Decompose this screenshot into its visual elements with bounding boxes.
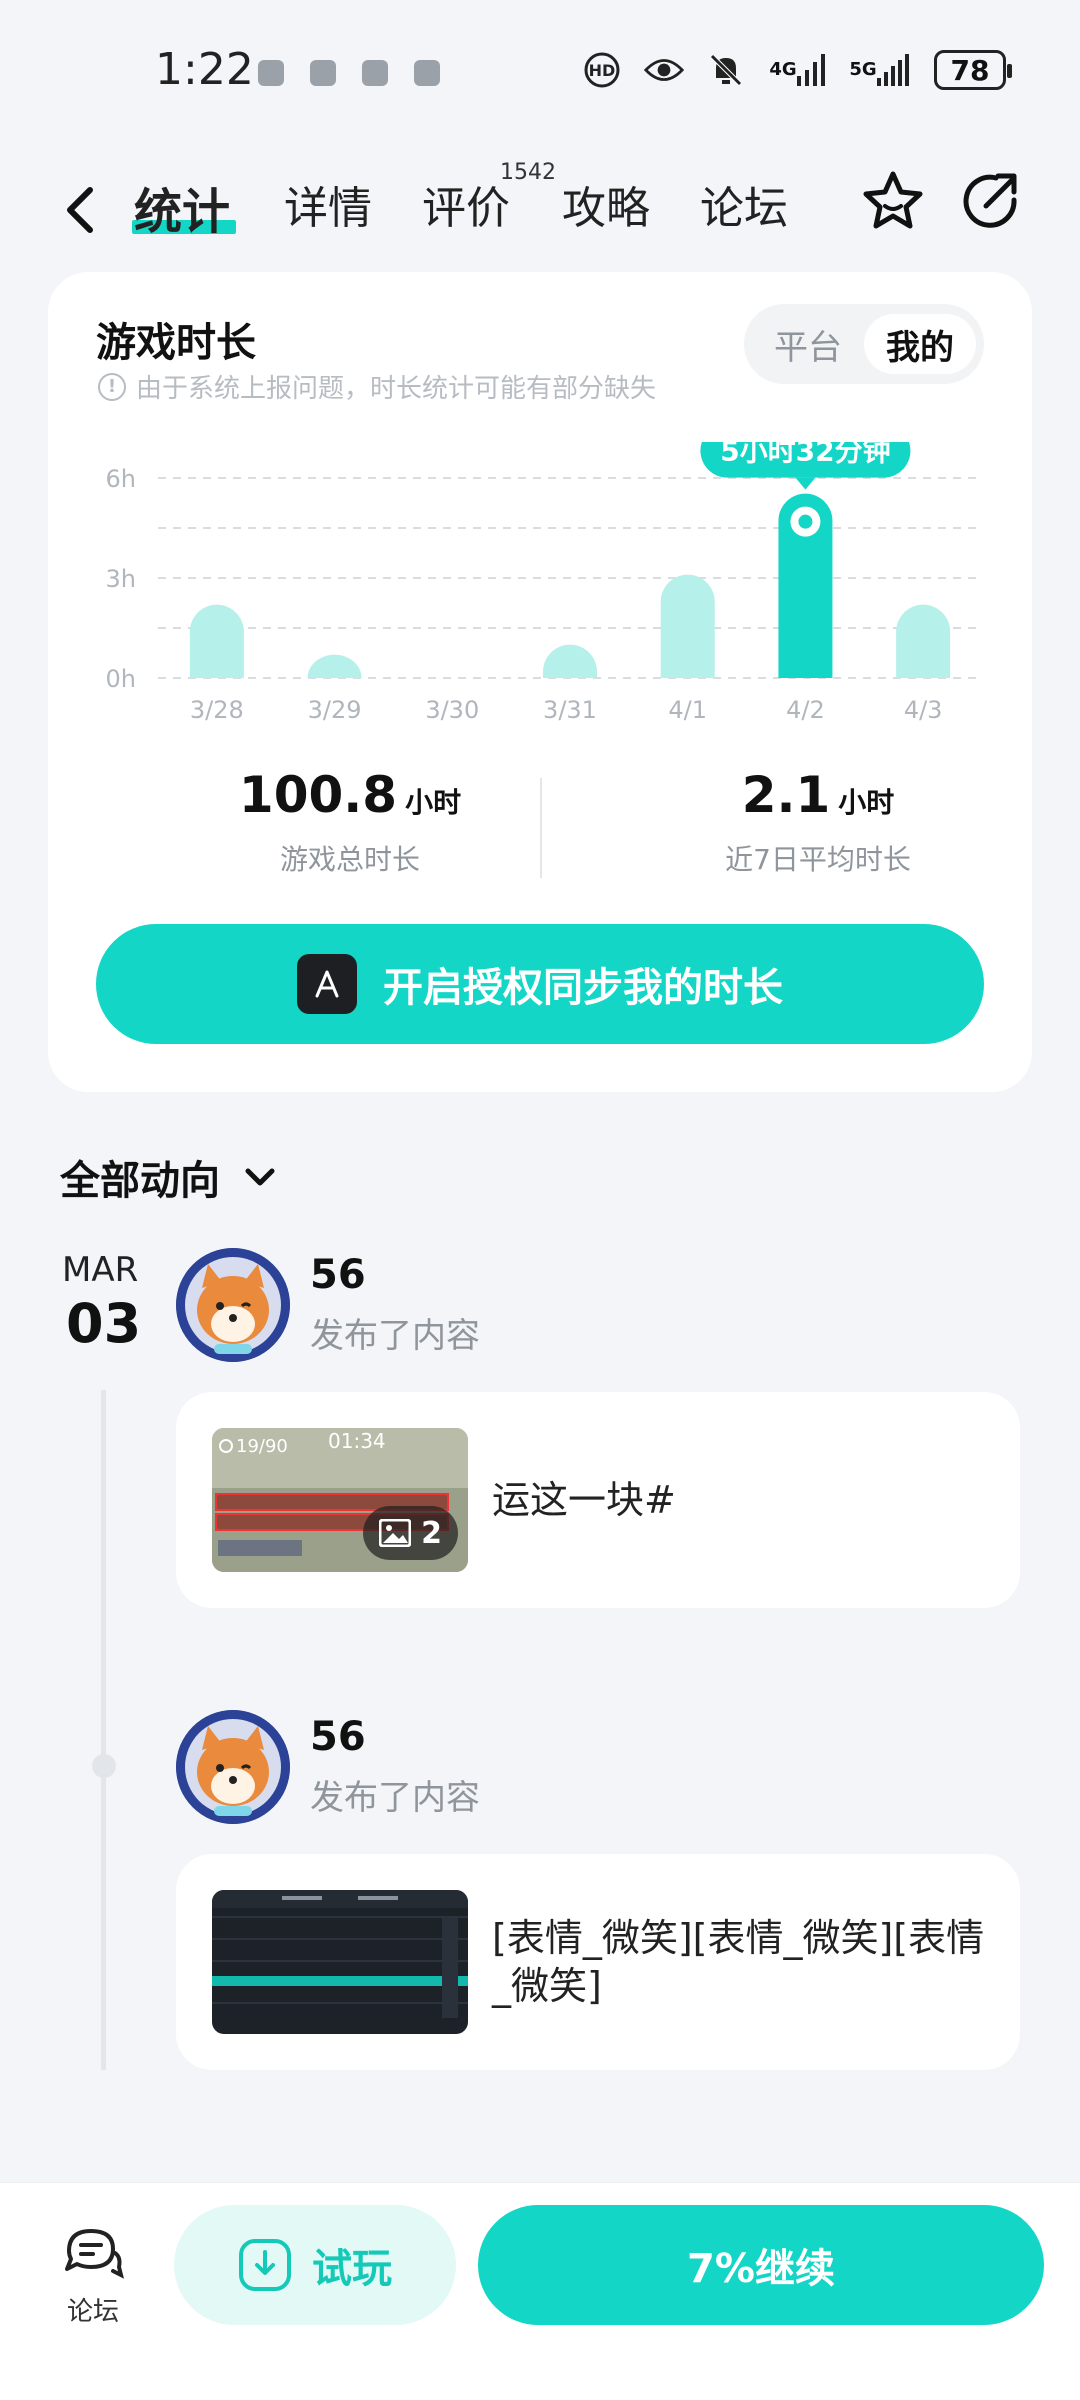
net-type-label: 4G [769,59,797,80]
post-thumbnail[interactable] [212,1890,468,2034]
x-tick-label: 3/30 [425,696,479,724]
image-count-badge: 2 [363,1506,458,1560]
image-icon [379,1519,412,1547]
post-text: 运这一块# [492,1478,676,1522]
post-card[interactable]: 19/90 01:34 2 运这一块# [176,1392,1020,1608]
y-tick-label: 0h [106,665,136,693]
sync-playtime-button[interactable]: 开启授权同步我的时长 [96,924,984,1044]
bottom-action-bar: 论坛 试玩 7%继续 [0,2182,1080,2400]
feed-header-label: 全部动向 [60,1158,220,1204]
post-action: 发布了内容 [310,1778,480,1818]
chart-bar [189,604,244,678]
source-toggle: 平台 我的 [744,304,984,384]
toggle-mine[interactable]: 我的 [864,314,976,374]
review-count-badge: 1542 [500,160,556,185]
y-tick-label: 3h [106,565,136,593]
trial-label: 试玩 [312,2246,392,2292]
avg-time-value: 2.1 [741,766,831,824]
tab-forum[interactable]: 论坛 [700,172,788,236]
notification-icon [414,60,440,86]
eye-icon [644,50,684,90]
chart-bar [896,604,951,678]
y-tick-label: 6h [106,465,136,493]
post-user-name[interactable]: 56 [310,1252,366,1298]
svg-text:HD: HD [589,61,616,80]
note-text: 由于系统上报问题，时长统计可能有部分缺失 [136,374,657,404]
bar-marker-dot [798,514,813,529]
thumb-score: 19/90 [236,1436,288,1457]
x-tick-label: 4/3 [904,696,943,724]
trial-play-button[interactable]: 试玩 [174,2205,456,2325]
mute-bell-icon [706,50,746,90]
forum-label: 论坛 [66,2297,119,2327]
notification-icon [310,60,336,86]
tooltip-pointer [795,477,816,490]
sync-button-label: 开启授权同步我的时长 [383,965,783,1011]
status-time: 1:22 [155,44,254,95]
feed-filter-dropdown[interactable]: 全部动向 [60,1148,280,1206]
chart-bar [660,574,715,678]
card-note: ! 由于系统上报问题，时长统计可能有部分缺失 [98,368,656,405]
x-tick-label: 4/2 [786,696,825,724]
x-tick-label: 4/1 [668,696,707,724]
avg-time-unit: 小时 [838,786,895,819]
battery-icon: 78 [934,50,1012,90]
signal-4g-icon: 4G [768,50,826,90]
date-month: MAR [62,1250,139,1290]
tab-details[interactable]: 详情 [284,172,372,236]
date-day: 03 [66,1292,142,1355]
tab-reviews[interactable]: 评价 [422,172,510,236]
hd-call-icon: HD [582,50,622,90]
forum-shortcut[interactable]: 论坛 [56,2223,130,2328]
continue-label: 7%继续 [687,2246,835,2292]
status-bar: 1:22 HD 4G 5G 78 [0,0,1080,140]
playtime-chart: 0h 3h 6h 3/28 3/29 3/30 3/31 4/1 5小时32分钟 4/2 4/3 [106,442,982,724]
post-card[interactable]: [表情_微笑][表情_微笑][表情_微笑] [176,1854,1020,2070]
total-time-label: 游戏总时长 [279,843,420,876]
app-logo-icon [297,954,357,1014]
chevron-down-icon [245,1168,275,1186]
forum-chat-icon [65,2229,124,2279]
image-count: 2 [421,1515,442,1551]
card-title: 游戏时长 [96,320,256,366]
post-text: [表情_微笑][表情_微笑][表情_微笑] [492,1916,985,2008]
notification-icon [258,60,284,86]
avg-time-stat: 2.1 小时 近7日平均时长 [628,766,1008,878]
post-action: 发布了内容 [310,1316,480,1356]
toggle-platform[interactable]: 平台 [752,314,864,374]
share-icon[interactable] [956,166,1026,236]
playtime-card: 游戏时长 ! 由于系统上报问题，时长统计可能有部分缺失 平台 我的 0h 3h 6h… [48,272,1032,1092]
chart-bar [307,654,362,678]
download-icon [239,2239,291,2291]
x-tick-label: 3/31 [543,696,597,724]
top-nav: 统计 详情 评价 1542 攻略 论坛 [0,160,1080,270]
favorite-star-icon[interactable] [858,166,928,236]
tab-guides[interactable]: 攻略 [562,172,650,236]
tab-stats[interactable]: 统计 [134,172,230,242]
post-thumbnail[interactable]: 19/90 01:34 2 [212,1428,468,1572]
timeline-dot [92,1754,116,1778]
total-time-unit: 小时 [405,786,462,819]
total-time-stat: 100.8 小时 游戏总时长 [160,766,540,878]
thumb-timer: 01:34 [328,1429,386,1453]
avatar[interactable] [176,1248,290,1362]
chart-bar [543,644,597,678]
chevron-left-icon [67,187,93,233]
battery-level: 78 [950,53,990,87]
signal-5g-icon: 5G [848,50,912,90]
tooltip-label: 5小时32分钟 [720,442,890,468]
info-icon: ! [98,372,126,401]
notification-icon [362,60,388,86]
continue-download-button[interactable]: 7%继续 [478,2205,1044,2325]
back-button[interactable] [58,174,106,244]
post-user-name[interactable]: 56 [310,1714,366,1760]
x-tick-label: 3/29 [308,696,362,724]
avg-time-label: 近7日平均时长 [725,843,911,876]
timeline-line [101,1390,106,2070]
net-type-label: 5G [849,59,877,80]
x-tick-label: 3/28 [190,696,244,724]
total-time-value: 100.8 [238,766,398,824]
stat-divider [540,778,542,878]
avatar[interactable] [176,1710,290,1824]
